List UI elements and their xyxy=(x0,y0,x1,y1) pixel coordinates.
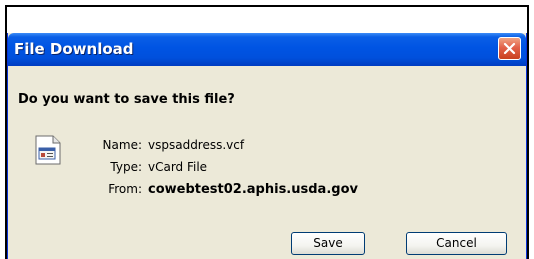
file-type-value: vCard File xyxy=(148,160,208,174)
file-download-dialog: File Download xyxy=(7,33,527,259)
save-question: Do you want to save this file? xyxy=(18,92,235,107)
title-bar[interactable]: File Download xyxy=(8,33,526,66)
file-source-value: cowebtest02.aphis.usda.gov xyxy=(148,182,358,197)
file-type-row: Type: vCard File xyxy=(95,160,207,174)
close-icon xyxy=(503,42,516,55)
file-name-value: vspsaddress.vcf xyxy=(148,138,245,152)
dialog-title: File Download xyxy=(14,40,134,58)
type-label: Type: xyxy=(110,160,142,174)
save-button[interactable]: Save xyxy=(291,232,365,255)
name-label: Name: xyxy=(102,138,142,152)
from-label: From: xyxy=(108,182,142,196)
close-button[interactable] xyxy=(498,37,521,60)
vcard-file-icon xyxy=(35,135,61,165)
file-name-row: Name: vspsaddress.vcf xyxy=(95,138,245,152)
cancel-button[interactable]: Cancel xyxy=(406,232,507,255)
file-from-row: From: cowebtest02.aphis.usda.gov xyxy=(95,182,358,197)
